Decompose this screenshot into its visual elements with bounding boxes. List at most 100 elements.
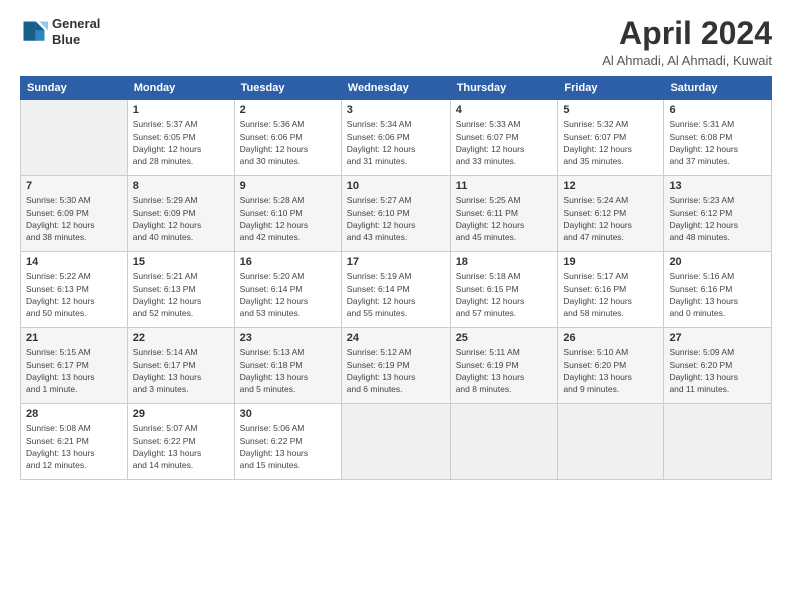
calendar-cell: 2 Sunrise: 5:36 AMSunset: 6:06 PMDaylight… bbox=[234, 100, 341, 176]
calendar-header: SundayMondayTuesdayWednesdayThursdayFrid… bbox=[21, 77, 772, 100]
day-number: 3 bbox=[347, 104, 445, 116]
location-subtitle: Al Ahmadi, Al Ahmadi, Kuwait bbox=[602, 53, 772, 68]
day-number: 11 bbox=[456, 180, 553, 192]
day-info: Sunrise: 5:24 AMSunset: 6:12 PMDaylight:… bbox=[563, 194, 658, 243]
day-number: 5 bbox=[563, 104, 658, 116]
day-info: Sunrise: 5:20 AMSunset: 6:14 PMDaylight:… bbox=[240, 270, 336, 319]
calendar-cell: 27 Sunrise: 5:09 AMSunset: 6:20 PMDayligh… bbox=[664, 328, 772, 404]
calendar-cell: 12 Sunrise: 5:24 AMSunset: 6:12 PMDayligh… bbox=[558, 176, 664, 252]
calendar-cell: 9 Sunrise: 5:28 AMSunset: 6:10 PMDaylight… bbox=[234, 176, 341, 252]
calendar-cell: 7 Sunrise: 5:30 AMSunset: 6:09 PMDaylight… bbox=[21, 176, 128, 252]
day-number: 7 bbox=[26, 180, 122, 192]
calendar-cell: 8Sunrise: 5:29 AMSunset: 6:09 PMDaylight… bbox=[127, 176, 234, 252]
day-number: 14 bbox=[26, 256, 122, 268]
calendar-body: 1Sunrise: 5:37 AMSunset: 6:05 PMDaylight… bbox=[21, 100, 772, 480]
calendar-cell: 23 Sunrise: 5:13 AMSunset: 6:18 PMDayligh… bbox=[234, 328, 341, 404]
calendar-cell: 3 Sunrise: 5:34 AMSunset: 6:06 PMDaylight… bbox=[341, 100, 450, 176]
day-info: Sunrise: 5:30 AMSunset: 6:09 PMDaylight:… bbox=[26, 194, 122, 243]
logo-text: General Blue bbox=[52, 16, 100, 47]
calendar-cell: 1Sunrise: 5:37 AMSunset: 6:05 PMDaylight… bbox=[127, 100, 234, 176]
calendar-cell: 28Sunrise: 5:08 AMSunset: 6:21 PMDayligh… bbox=[21, 404, 128, 480]
day-info: Sunrise: 5:09 AMSunset: 6:20 PMDaylight:… bbox=[669, 346, 766, 395]
day-number: 19 bbox=[563, 256, 658, 268]
calendar-cell: 17Sunrise: 5:19 AMSunset: 6:14 PMDayligh… bbox=[341, 252, 450, 328]
logo-icon bbox=[20, 18, 48, 46]
calendar-cell: 25 Sunrise: 5:11 AMSunset: 6:19 PMDayligh… bbox=[450, 328, 558, 404]
day-info: Sunrise: 5:22 AMSunset: 6:13 PMDaylight:… bbox=[26, 270, 122, 319]
day-info: Sunrise: 5:31 AMSunset: 6:08 PMDaylight:… bbox=[669, 118, 766, 167]
day-info: Sunrise: 5:33 AMSunset: 6:07 PMDaylight:… bbox=[456, 118, 553, 167]
calendar-cell: 11 Sunrise: 5:25 AMSunset: 6:11 PMDayligh… bbox=[450, 176, 558, 252]
day-info: Sunrise: 5:07 AMSunset: 6:22 PMDaylight:… bbox=[133, 422, 229, 471]
calendar-cell bbox=[21, 100, 128, 176]
logo: General Blue bbox=[20, 16, 100, 47]
day-info: Sunrise: 5:11 AMSunset: 6:19 PMDaylight:… bbox=[456, 346, 553, 395]
day-number: 4 bbox=[456, 104, 553, 116]
header-cell-friday: Friday bbox=[558, 77, 664, 100]
calendar-week-5: 28Sunrise: 5:08 AMSunset: 6:21 PMDayligh… bbox=[21, 404, 772, 480]
day-number: 25 bbox=[456, 332, 553, 344]
day-info: Sunrise: 5:28 AMSunset: 6:10 PMDaylight:… bbox=[240, 194, 336, 243]
calendar-cell: 20 Sunrise: 5:16 AMSunset: 6:16 PMDayligh… bbox=[664, 252, 772, 328]
calendar-week-4: 21Sunrise: 5:15 AMSunset: 6:17 PMDayligh… bbox=[21, 328, 772, 404]
calendar-week-1: 1Sunrise: 5:37 AMSunset: 6:05 PMDaylight… bbox=[21, 100, 772, 176]
day-number: 9 bbox=[240, 180, 336, 192]
day-info: Sunrise: 5:36 AMSunset: 6:06 PMDaylight:… bbox=[240, 118, 336, 167]
day-info: Sunrise: 5:25 AMSunset: 6:11 PMDaylight:… bbox=[456, 194, 553, 243]
day-info: Sunrise: 5:27 AMSunset: 6:10 PMDaylight:… bbox=[347, 194, 445, 243]
title-block: April 2024 Al Ahmadi, Al Ahmadi, Kuwait bbox=[602, 16, 772, 68]
day-info: Sunrise: 5:21 AMSunset: 6:13 PMDaylight:… bbox=[133, 270, 229, 319]
calendar-cell bbox=[558, 404, 664, 480]
calendar-cell: 5 Sunrise: 5:32 AMSunset: 6:07 PMDaylight… bbox=[558, 100, 664, 176]
day-info: Sunrise: 5:14 AMSunset: 6:17 PMDaylight:… bbox=[133, 346, 229, 395]
calendar-cell: 30 Sunrise: 5:06 AMSunset: 6:22 PMDayligh… bbox=[234, 404, 341, 480]
calendar-cell: 18Sunrise: 5:18 AMSunset: 6:15 PMDayligh… bbox=[450, 252, 558, 328]
calendar-cell: 29 Sunrise: 5:07 AMSunset: 6:22 PMDayligh… bbox=[127, 404, 234, 480]
day-number: 12 bbox=[563, 180, 658, 192]
logo-line1: General bbox=[52, 16, 100, 32]
calendar-cell: 22 Sunrise: 5:14 AMSunset: 6:17 PMDayligh… bbox=[127, 328, 234, 404]
calendar-cell: 6 Sunrise: 5:31 AMSunset: 6:08 PMDaylight… bbox=[664, 100, 772, 176]
day-number: 29 bbox=[133, 408, 229, 420]
day-number: 6 bbox=[669, 104, 766, 116]
header-cell-tuesday: Tuesday bbox=[234, 77, 341, 100]
calendar-cell: 15 Sunrise: 5:21 AMSunset: 6:13 PMDayligh… bbox=[127, 252, 234, 328]
calendar-cell: 16 Sunrise: 5:20 AMSunset: 6:14 PMDayligh… bbox=[234, 252, 341, 328]
day-info: Sunrise: 5:13 AMSunset: 6:18 PMDaylight:… bbox=[240, 346, 336, 395]
day-number: 27 bbox=[669, 332, 766, 344]
month-title: April 2024 bbox=[602, 16, 772, 51]
day-number: 23 bbox=[240, 332, 336, 344]
day-info: Sunrise: 5:08 AMSunset: 6:21 PMDaylight:… bbox=[26, 422, 122, 471]
calendar-table: SundayMondayTuesdayWednesdayThursdayFrid… bbox=[20, 76, 772, 480]
day-info: Sunrise: 5:16 AMSunset: 6:16 PMDaylight:… bbox=[669, 270, 766, 319]
header-row: SundayMondayTuesdayWednesdayThursdayFrid… bbox=[21, 77, 772, 100]
day-info: Sunrise: 5:10 AMSunset: 6:20 PMDaylight:… bbox=[563, 346, 658, 395]
calendar-cell: 19 Sunrise: 5:17 AMSunset: 6:16 PMDayligh… bbox=[558, 252, 664, 328]
day-number: 16 bbox=[240, 256, 336, 268]
day-info: Sunrise: 5:23 AMSunset: 6:12 PMDaylight:… bbox=[669, 194, 766, 243]
day-number: 1 bbox=[133, 104, 229, 116]
header-cell-thursday: Thursday bbox=[450, 77, 558, 100]
day-number: 18 bbox=[456, 256, 553, 268]
day-number: 15 bbox=[133, 256, 229, 268]
calendar-cell: 4 Sunrise: 5:33 AMSunset: 6:07 PMDaylight… bbox=[450, 100, 558, 176]
calendar-cell: 24Sunrise: 5:12 AMSunset: 6:19 PMDayligh… bbox=[341, 328, 450, 404]
day-number: 24 bbox=[347, 332, 445, 344]
day-number: 22 bbox=[133, 332, 229, 344]
calendar-week-2: 7 Sunrise: 5:30 AMSunset: 6:09 PMDaylight… bbox=[21, 176, 772, 252]
header-cell-sunday: Sunday bbox=[21, 77, 128, 100]
header-cell-monday: Monday bbox=[127, 77, 234, 100]
day-info: Sunrise: 5:06 AMSunset: 6:22 PMDaylight:… bbox=[240, 422, 336, 471]
day-info: Sunrise: 5:17 AMSunset: 6:16 PMDaylight:… bbox=[563, 270, 658, 319]
header-cell-wednesday: Wednesday bbox=[341, 77, 450, 100]
day-number: 20 bbox=[669, 256, 766, 268]
day-number: 2 bbox=[240, 104, 336, 116]
day-number: 13 bbox=[669, 180, 766, 192]
day-info: Sunrise: 5:32 AMSunset: 6:07 PMDaylight:… bbox=[563, 118, 658, 167]
day-number: 30 bbox=[240, 408, 336, 420]
header-cell-saturday: Saturday bbox=[664, 77, 772, 100]
header: General Blue April 2024 Al Ahmadi, Al Ah… bbox=[20, 16, 772, 68]
calendar-cell bbox=[341, 404, 450, 480]
day-number: 17 bbox=[347, 256, 445, 268]
day-info: Sunrise: 5:34 AMSunset: 6:06 PMDaylight:… bbox=[347, 118, 445, 167]
